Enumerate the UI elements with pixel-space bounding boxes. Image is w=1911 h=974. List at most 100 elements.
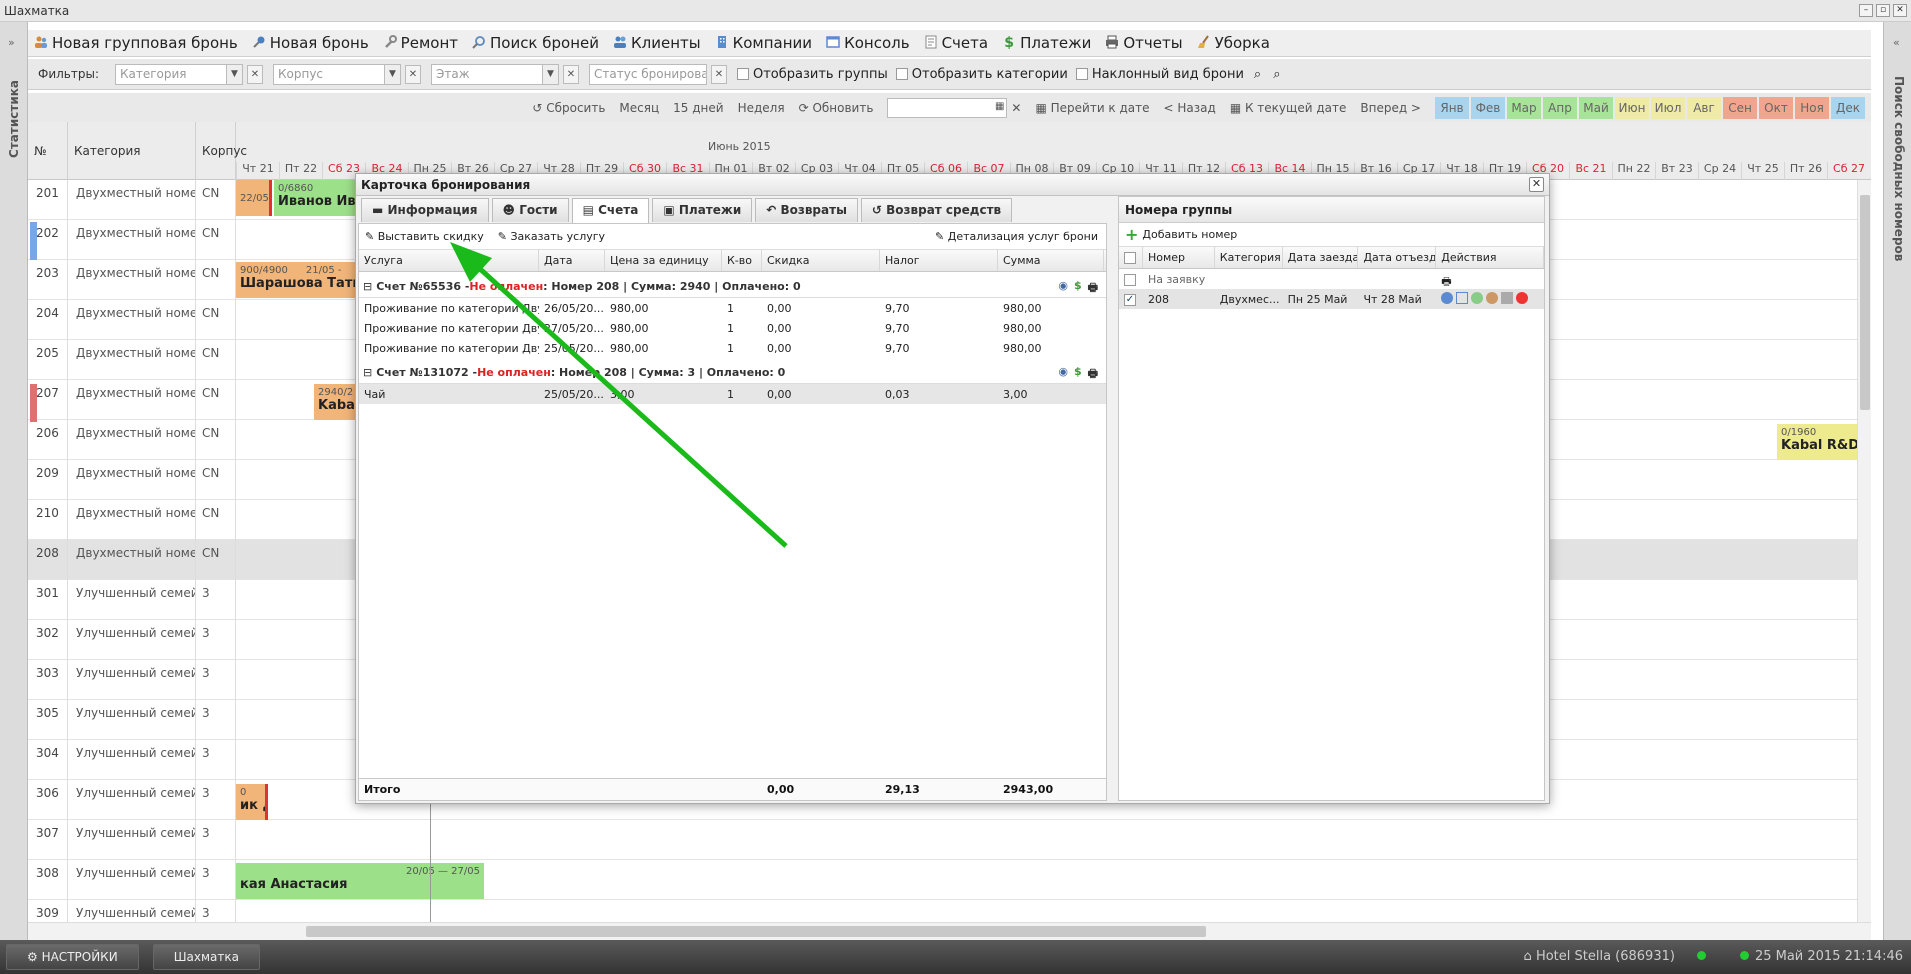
menu-console[interactable]: Консоль — [826, 34, 910, 52]
select-all-checkbox[interactable] — [1119, 247, 1143, 268]
set-discount-button[interactable]: ✎ Выставить скидку — [365, 230, 484, 243]
tab-information[interactable]: ▬ Информация — [361, 198, 489, 222]
list-icon[interactable] — [1456, 292, 1469, 304]
menu-cleaning[interactable]: Уборка — [1197, 34, 1270, 52]
zoom-out-icon[interactable]: ⌕ — [1273, 67, 1280, 82]
month-button[interactable]: Июл — [1651, 97, 1685, 119]
chevron-down-icon[interactable]: ▼ — [226, 64, 242, 84]
menu-payments[interactable]: $ Платежи — [1002, 34, 1091, 52]
show-categories-checkbox[interactable]: Отобразить категории — [895, 67, 1068, 82]
printer-icon[interactable]: 🖶 — [1441, 275, 1451, 288]
col-unit-price[interactable]: Цена за единицу — [605, 250, 722, 271]
table-row[interactable]: Проживание по категории Дву... 25/05/20..… — [359, 338, 1106, 358]
guest-icon[interactable] — [1441, 292, 1454, 304]
month-button[interactable]: Май — [1579, 97, 1613, 119]
menu-repair[interactable]: Ремонт — [383, 34, 458, 52]
chevron-down-icon[interactable]: ▼ — [384, 64, 400, 84]
dollar-icon[interactable]: $ — [1074, 279, 1082, 298]
col-checkout[interactable]: Дата отъезда — [1358, 247, 1437, 268]
month-view-button[interactable]: Месяц — [619, 101, 659, 115]
delete-icon[interactable] — [1516, 292, 1529, 304]
check-icon[interactable] — [1471, 292, 1484, 304]
booking-status-filter[interactable]: Статус бронирован — [589, 63, 707, 85]
clear-icon[interactable]: ✕ — [405, 64, 421, 84]
order-service-button[interactable]: ✎ Заказать услугу — [498, 230, 605, 243]
goto-date-button[interactable]: ▦ Перейти к дате — [1035, 101, 1149, 115]
grid-vertical-scrollbar[interactable] — [1857, 180, 1871, 922]
zoom-in-icon[interactable]: ⌕ — [1254, 67, 1261, 82]
month-button[interactable]: Фев — [1471, 97, 1505, 119]
door-icon[interactable] — [1501, 292, 1514, 304]
checkbox-icon[interactable] — [1124, 252, 1136, 264]
month-button[interactable]: Окт — [1759, 97, 1793, 119]
booking-block[interactable]: 0/1960 Kabal R&D — [1777, 424, 1857, 460]
col-room[interactable]: Номер — [1143, 247, 1215, 268]
tab-refund[interactable]: ↺ Возврат средств — [860, 198, 1013, 222]
current-date-button[interactable]: ▦ К текущей дате — [1230, 101, 1347, 115]
month-button[interactable]: Ноя — [1795, 97, 1829, 119]
chess-window-button[interactable]: Шахматка — [152, 944, 260, 970]
checkbox-icon[interactable] — [737, 68, 749, 80]
service-detail-button[interactable]: ✎ Детализация услуг брони — [935, 230, 1098, 243]
col-sum[interactable]: Сумма — [998, 250, 1104, 271]
col-quantity[interactable]: К-во — [722, 250, 762, 271]
menu-reports[interactable]: Отчеты — [1105, 34, 1183, 52]
expand-icon[interactable]: » — [8, 36, 15, 49]
week-view-button[interactable]: Неделя — [738, 101, 785, 115]
grid-horizontal-scrollbar[interactable] — [28, 922, 1871, 940]
table-row[interactable]: Чай 25/05/20... 3,00 1 0,00 0,03 3,00 — [359, 384, 1106, 404]
free-rooms-side-panel[interactable]: « Поиск свободных номеров — [1883, 22, 1911, 940]
floor-filter[interactable]: Этаж ▼ — [431, 63, 559, 85]
checkbox-icon[interactable] — [895, 68, 908, 80]
table-row[interactable]: ✓ 208 Двухмес... Пн 25 Май Чт 28 Май — [1119, 289, 1544, 309]
col-category[interactable]: Категория — [1215, 247, 1283, 268]
menu-invoices[interactable]: Счета — [924, 34, 988, 52]
booking-block[interactable]: 20/05 — 27/05 кая Анастасия — [236, 863, 484, 899]
tab-returns[interactable]: ↶ Возвраты — [755, 198, 858, 222]
users-icon[interactable] — [1486, 292, 1499, 304]
collapse-icon[interactable]: ⊟ — [363, 366, 372, 379]
close-icon[interactable]: ✕ — [1529, 177, 1544, 192]
tab-payments[interactable]: ▣ Платежи — [652, 198, 753, 222]
reset-button[interactable]: ↺ Сбросить — [532, 101, 605, 115]
col-service[interactable]: Услуга — [359, 250, 539, 271]
clear-icon[interactable]: ✕ — [563, 64, 579, 84]
statistics-side-panel[interactable]: » Статистика — [0, 22, 28, 940]
col-tax[interactable]: Налог — [880, 250, 998, 271]
refresh-button[interactable]: ⟳ Обновить — [799, 101, 874, 115]
expand-icon[interactable]: « — [1893, 36, 1900, 49]
back-button[interactable]: < Назад — [1164, 101, 1216, 115]
chevron-down-icon[interactable]: ▼ — [542, 64, 558, 84]
menu-new-booking[interactable]: Новая бронь — [252, 34, 369, 52]
invoice-group-header[interactable]: ⊟ Счет №131072 - Не оплачен: Номер 208 | … — [359, 362, 1106, 384]
col-checkin[interactable]: Дата заезда — [1283, 247, 1359, 268]
date-input[interactable]: ▦ — [887, 98, 1008, 118]
clear-icon[interactable]: ✕ — [247, 64, 263, 84]
15-days-view-button[interactable]: 15 дней — [673, 101, 723, 115]
settings-button[interactable]: ⚙ НАСТРОЙКИ — [6, 944, 139, 970]
globe-print-icon[interactable]: ◉ — [1058, 365, 1068, 384]
checkbox-icon[interactable] — [1124, 274, 1136, 286]
month-button[interactable]: Мар — [1507, 97, 1541, 119]
calendar-icon[interactable]: ▦ — [995, 101, 1004, 112]
show-groups-checkbox[interactable]: Отобразить группы — [737, 67, 888, 82]
table-row[interactable]: 307Улучшенный семей...3 — [28, 820, 1871, 860]
menu-search-bookings[interactable]: Поиск броней — [472, 34, 599, 52]
globe-print-icon[interactable]: ◉ — [1058, 279, 1068, 298]
col-discount[interactable]: Скидка — [762, 250, 880, 271]
month-button[interactable]: Апр — [1543, 97, 1577, 119]
month-button[interactable]: Дек — [1831, 97, 1865, 119]
minimize-icon[interactable]: – — [1859, 4, 1873, 17]
tilted-view-checkbox[interactable]: Наклонный вид брони — [1075, 67, 1244, 82]
clear-icon[interactable]: ✕ — [711, 64, 727, 84]
collapse-icon[interactable]: ⊟ — [363, 280, 372, 293]
month-button[interactable]: Янв — [1435, 97, 1469, 119]
booking-block[interactable]: 22/05 — [236, 180, 272, 216]
close-icon[interactable]: ✕ — [1893, 4, 1907, 17]
add-room-button[interactable]: + Добавить номер — [1119, 223, 1544, 247]
month-button[interactable]: Сен — [1723, 97, 1757, 119]
restore-icon[interactable]: ▫ — [1876, 4, 1890, 17]
forward-button[interactable]: Вперед > — [1360, 101, 1421, 115]
printer-icon[interactable]: 🖶 — [1088, 365, 1098, 384]
table-row[interactable]: На заявку 🖶 — [1119, 269, 1544, 289]
